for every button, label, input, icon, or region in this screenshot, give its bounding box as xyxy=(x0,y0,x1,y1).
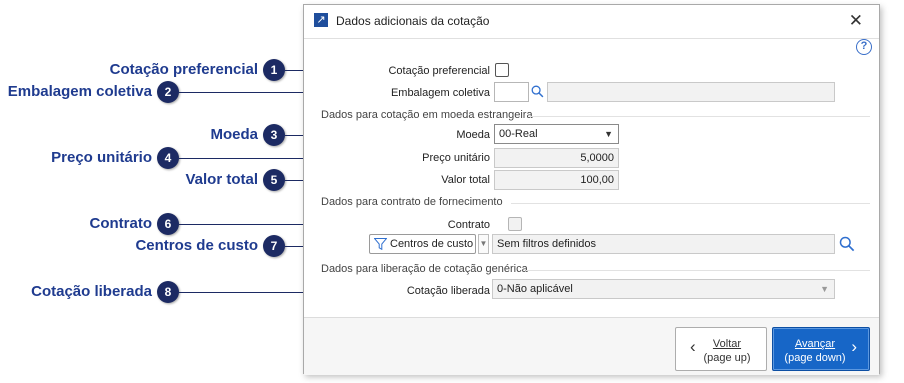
contrato-label: Contrato xyxy=(447,219,490,231)
centros-de-custo-search-icon[interactable] xyxy=(839,236,855,252)
callout-badge-5: 5 xyxy=(263,169,285,191)
back-button[interactable]: ‹ Voltar (page up) xyxy=(675,327,767,371)
chevron-down-icon: ▼ xyxy=(820,284,829,294)
callout-label-preco-unitario: Preço unitário xyxy=(51,149,152,166)
cotacao-liberada-select: 0-Não aplicável ▼ xyxy=(492,279,835,299)
chevron-down-icon: ▼ xyxy=(604,129,613,139)
back-button-label: Voltar xyxy=(712,338,742,350)
embalagem-coletiva-description xyxy=(547,82,835,102)
moeda-label: Moeda xyxy=(456,129,490,141)
dialog-title: Dados adicionais da cotação xyxy=(336,14,490,28)
group-divider-contrato xyxy=(511,203,870,204)
contrato-checkbox xyxy=(508,217,522,231)
next-button-label: Avançar xyxy=(794,338,836,350)
cotacao-liberada-label: Cotação liberada xyxy=(406,285,490,297)
callout-badge-2: 2 xyxy=(157,81,179,103)
group-title-liberacao-cotacao: Dados para liberação de cotação genérica xyxy=(321,263,528,275)
moeda-selected-value: 00-Real xyxy=(499,128,538,140)
callout-label-contrato: Contrato xyxy=(89,215,153,232)
next-button[interactable]: Avançar (page down) › xyxy=(772,327,870,371)
centros-de-custo-filter-field: Sem filtros definidos xyxy=(492,234,835,254)
callout-badge-1: 1 xyxy=(263,59,285,81)
callout-label-valor-total: Valor total xyxy=(185,171,258,188)
group-divider-moeda xyxy=(530,116,870,117)
cotacao-preferencial-checkbox[interactable] xyxy=(495,63,509,77)
callout-label-embalagem-coletiva: Embalagem coletiva xyxy=(7,83,152,100)
group-title-contrato-fornecimento: Dados para contrato de fornecimento xyxy=(321,196,503,208)
dialog-footer: ‹ Voltar (page up) Avançar (page down) › xyxy=(304,318,879,375)
embalagem-coletiva-label: Embalagem coletiva xyxy=(390,87,490,99)
group-title-moeda-estrangeira: Dados para cotação em moeda estrangeira xyxy=(321,109,533,121)
back-button-text: Voltar (page up) xyxy=(676,337,766,365)
filter-icon xyxy=(374,238,387,250)
callout-label-cotacao-preferencial: Cotação preferencial xyxy=(109,61,258,78)
callout-badge-8: 8 xyxy=(157,281,179,303)
titlebar-divider xyxy=(304,38,879,39)
callout-label-cotacao-liberada: Cotação liberada xyxy=(31,283,152,300)
cotacao-liberada-selected-value: 0-Não aplicável xyxy=(497,283,573,295)
callout-badge-6: 6 xyxy=(157,213,179,235)
preco-unitario-field: 5,0000 xyxy=(494,148,619,168)
close-icon[interactable]: ✕ xyxy=(849,11,863,31)
chevron-right-icon: › xyxy=(851,337,857,356)
preco-unitario-label: Preço unitário xyxy=(422,152,490,164)
back-button-shortcut: (page up) xyxy=(703,352,751,364)
open-external-icon: ↗ xyxy=(314,13,328,27)
callout-badge-7: 7 xyxy=(263,235,285,257)
valor-total-field: 100,00 xyxy=(494,170,619,190)
callout-label-centros-de-custo: Centros de custo xyxy=(135,237,258,254)
centros-de-custo-dropdown-arrow[interactable]: ▼ xyxy=(478,234,489,254)
callout-badge-4: 4 xyxy=(157,147,179,169)
dialog-titlebar: ↗ Dados adicionais da cotação ✕ xyxy=(304,5,879,38)
help-icon[interactable]: ? xyxy=(856,39,872,55)
callout-label-moeda: Moeda xyxy=(210,126,258,143)
embalagem-search-icon[interactable] xyxy=(531,85,544,98)
additional-quote-data-dialog: ↗ Dados adicionais da cotação ✕ ? Cotaçã… xyxy=(303,4,880,375)
valor-total-label: Valor total xyxy=(441,174,490,186)
moeda-select[interactable]: 00-Real ▼ xyxy=(494,124,619,144)
centros-de-custo-button-label: Centros de custo xyxy=(390,238,474,250)
cotacao-preferencial-label: Cotação preferencial xyxy=(388,65,490,77)
embalagem-coletiva-input[interactable] xyxy=(494,82,529,102)
next-button-shortcut: (page down) xyxy=(784,352,846,364)
group-divider-liberacao xyxy=(526,270,870,271)
centros-de-custo-button[interactable]: Centros de custo xyxy=(369,234,476,254)
callout-badge-3: 3 xyxy=(263,124,285,146)
